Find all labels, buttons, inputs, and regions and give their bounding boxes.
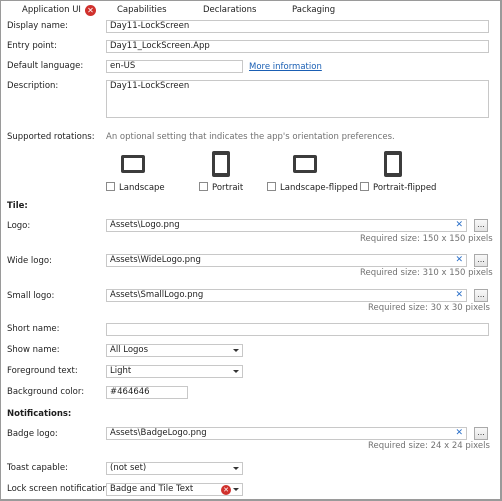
lock-screen-notifications-label: Lock screen notifications: <box>7 484 116 494</box>
portrait-label: Portrait <box>212 183 244 193</box>
badge-logo-value: Assets\BadgeLogo.png <box>110 428 207 438</box>
checkbox-box <box>199 182 208 191</box>
show-name-label: Show name: <box>7 345 60 355</box>
chevron-down-icon <box>233 370 239 373</box>
small-logo-required-size: Required size: 30 x 30 pixels <box>368 303 490 313</box>
small-logo-input[interactable]: Assets\SmallLogo.png ✕ <box>106 289 467 302</box>
more-information-link[interactable]: More information <box>249 62 322 72</box>
display-name-label: Display name: <box>7 21 69 31</box>
foreground-text-label: Foreground text: <box>7 366 78 376</box>
checkbox-box <box>106 182 115 191</box>
clear-icon[interactable]: ✕ <box>455 290 463 301</box>
portrait-icon <box>212 151 230 177</box>
show-name-value: All Logos <box>110 345 149 355</box>
clear-icon[interactable]: ✕ <box>455 220 463 231</box>
foreground-text-value: Light <box>110 366 132 376</box>
portrait-flipped-icon <box>384 151 402 177</box>
wide-logo-required-size: Required size: 310 x 150 pixels <box>360 268 493 278</box>
portrait-flipped-checkbox[interactable]: Portrait-flipped <box>360 182 436 193</box>
error-icon: ✕ <box>221 485 231 495</box>
wide-logo-value: Assets\WideLogo.png <box>110 255 201 265</box>
badge-logo-browse-button[interactable]: ... <box>474 427 488 440</box>
error-icon: ✕ <box>84 5 96 16</box>
short-name-input[interactable] <box>106 323 489 336</box>
landscape-label: Landscape <box>119 183 165 193</box>
landscape-icon <box>121 155 145 173</box>
badge-logo-input[interactable]: Assets\BadgeLogo.png ✕ <box>106 427 467 440</box>
wide-logo-label: Wide logo: <box>7 256 52 266</box>
landscape-flipped-icon <box>293 155 317 173</box>
entry-point-input[interactable]: Day11_LockScreen.App <box>106 40 489 53</box>
chevron-down-icon <box>233 349 239 352</box>
chevron-down-icon <box>233 488 239 491</box>
rotations-hint: An optional setting that indicates the a… <box>106 132 395 142</box>
badge-logo-required-size: Required size: 24 x 24 pixels <box>368 441 490 451</box>
window-frame <box>0 0 502 501</box>
small-logo-label: Small logo: <box>7 291 55 301</box>
default-language-value: en-US <box>110 61 136 71</box>
tile-heading: Tile: <box>7 201 28 211</box>
description-label: Description: <box>7 81 59 91</box>
checkbox-box <box>267 182 276 191</box>
clear-icon[interactable]: ✕ <box>455 255 463 266</box>
display-name-value: Day11-LockScreen <box>110 21 190 31</box>
tab-packaging[interactable]: Packaging <box>292 5 335 15</box>
chevron-down-icon <box>233 467 239 470</box>
background-color-label: Background color: <box>7 387 85 397</box>
toast-capable-dropdown[interactable]: (not set) <box>106 462 243 475</box>
logo-input[interactable]: Assets\Logo.png ✕ <box>106 219 467 232</box>
wide-logo-input[interactable]: Assets\WideLogo.png ✕ <box>106 254 467 267</box>
default-language-input[interactable]: en-US <box>106 60 243 73</box>
wide-logo-browse-button[interactable]: ... <box>474 254 488 267</box>
toast-capable-label: Toast capable: <box>7 463 68 473</box>
lock-screen-notifications-value: Badge and Tile Text <box>110 484 194 494</box>
tab-bar: Application UI ✕ Capabilities Declaration… <box>0 0 500 20</box>
landscape-flipped-label: Landscape-flipped <box>280 183 358 193</box>
supported-rotations-label: Supported rotations: <box>7 132 95 142</box>
clear-icon[interactable]: ✕ <box>455 428 463 439</box>
entry-point-label: Entry point: <box>7 41 57 51</box>
background-color-input[interactable]: #464646 <box>106 386 188 399</box>
badge-logo-label: Badge logo: <box>7 429 58 439</box>
logo-browse-button[interactable]: ... <box>474 219 488 232</box>
tab-declarations[interactable]: Declarations <box>203 5 256 15</box>
logo-required-size: Required size: 150 x 150 pixels <box>360 234 493 244</box>
logo-label: Logo: <box>7 221 31 231</box>
notifications-heading: Notifications: <box>7 409 72 419</box>
landscape-checkbox[interactable]: Landscape <box>106 182 165 193</box>
tab-application-ui[interactable]: Application UI ✕ <box>22 5 96 16</box>
portrait-checkbox[interactable]: Portrait <box>199 182 243 193</box>
short-name-label: Short name: <box>7 324 60 334</box>
entry-point-value: Day11_LockScreen.App <box>110 41 210 51</box>
foreground-text-dropdown[interactable]: Light <box>106 365 243 378</box>
portrait-flipped-label: Portrait-flipped <box>373 183 437 193</box>
tab-capabilities[interactable]: Capabilities <box>117 5 167 15</box>
display-name-input[interactable]: Day11-LockScreen <box>106 20 489 33</box>
toast-capable-value: (not set) <box>110 463 147 473</box>
landscape-flipped-checkbox[interactable]: Landscape-flipped <box>267 182 358 193</box>
checkbox-box <box>360 182 369 191</box>
description-value: Day11-LockScreen <box>110 81 190 91</box>
default-language-label: Default language: <box>7 61 84 71</box>
small-logo-browse-button[interactable]: ... <box>474 289 488 302</box>
logo-value: Assets\Logo.png <box>110 220 180 230</box>
tab-label: Application UI <box>22 5 81 15</box>
show-name-dropdown[interactable]: All Logos <box>106 344 243 357</box>
background-color-value: #464646 <box>110 387 150 397</box>
description-textarea[interactable]: Day11-LockScreen <box>106 80 489 118</box>
small-logo-value: Assets\SmallLogo.png <box>110 290 204 300</box>
